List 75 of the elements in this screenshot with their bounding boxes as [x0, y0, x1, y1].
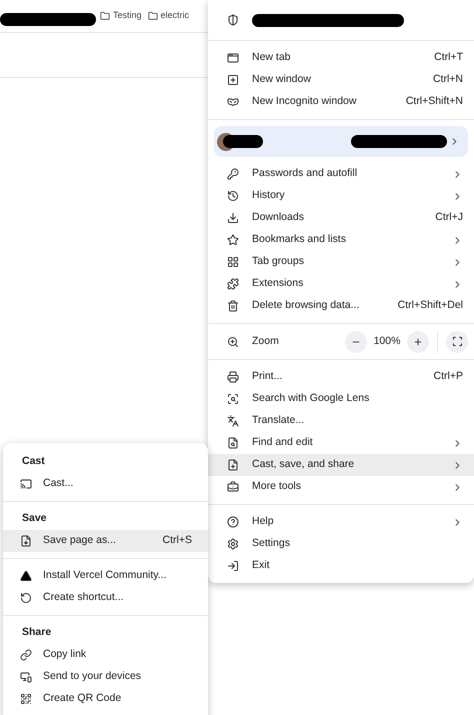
shortcut-label: Ctrl+Shift+N	[406, 94, 463, 110]
help-icon	[227, 516, 239, 528]
folder-icon	[148, 11, 158, 21]
profile-row[interactable]	[214, 126, 468, 157]
menu-item[interactable]: Downloads Ctrl+J	[208, 207, 474, 229]
zoom-icon	[227, 336, 239, 348]
menu-item[interactable]: Help	[208, 511, 474, 533]
menu-item[interactable]: New window Ctrl+N	[208, 69, 474, 91]
triangle-icon	[20, 570, 32, 582]
menu-item[interactable]: Install Vercel Community...	[3, 565, 208, 587]
cast-icon	[20, 478, 32, 490]
menu-item[interactable]: Copy link	[3, 644, 208, 666]
menu-item[interactable]: Bookmarks and lists	[208, 229, 474, 251]
menu-item[interactable]: Search with Google Lens	[208, 388, 474, 410]
menu-item[interactable]: Tab groups	[208, 251, 474, 273]
file-plus-icon	[227, 459, 239, 471]
key-icon	[227, 168, 239, 180]
section-heading: Share	[21, 625, 52, 640]
mask-icon	[227, 96, 239, 108]
scan-search-icon	[227, 393, 239, 405]
zoom-in-button[interactable]	[407, 330, 429, 352]
devices-icon	[20, 671, 32, 683]
fullscreen-icon	[452, 336, 462, 347]
menu-item[interactable]: Create shortcut...	[3, 587, 208, 609]
shortcut-label: Ctrl+N	[432, 72, 463, 88]
briefcase-icon	[227, 481, 239, 493]
translate-icon	[227, 415, 239, 427]
shortcut-label: Ctrl+J	[435, 210, 463, 226]
folder-icon	[100, 11, 110, 21]
menu-item[interactable]: Translate...	[208, 410, 474, 432]
menu-item[interactable]: Find and edit	[208, 432, 474, 454]
menu-item[interactable]: Save page as... Ctrl+S	[3, 530, 208, 552]
rotate-icon	[20, 592, 32, 604]
menu-item[interactable]: History	[208, 185, 474, 207]
menu-item[interactable]: Settings	[208, 533, 474, 555]
link-icon	[20, 649, 32, 661]
download-icon	[227, 212, 239, 224]
history-icon	[227, 190, 239, 202]
menu-item[interactable]: Cast...	[3, 473, 208, 495]
zoom-level: 100%	[372, 334, 402, 349]
zoom-label: Zoom	[252, 334, 280, 349]
star-icon	[227, 234, 239, 246]
shortcut-label: Ctrl+S	[162, 533, 192, 548]
menu-item[interactable]: Extensions	[208, 273, 474, 295]
exit-icon	[227, 560, 239, 572]
shortcut-label: Ctrl+Shift+Del	[398, 298, 463, 314]
bookmark[interactable]: Testing	[100, 9, 142, 23]
menu-item[interactable]: Cast, save, and share	[208, 454, 474, 476]
menu-item[interactable]: New Incognito window Ctrl+Shift+N	[208, 91, 474, 113]
file-download-icon	[20, 535, 32, 547]
trash-icon	[227, 300, 239, 312]
menu-item[interactable]: Exit	[208, 555, 474, 577]
window-plus-icon	[227, 74, 239, 86]
qr-code-icon	[20, 693, 32, 705]
section-heading: Save	[21, 511, 48, 526]
bookmark[interactable]: electric	[148, 9, 190, 23]
shortcut-label: Ctrl+T	[434, 50, 463, 66]
settings-icon	[227, 538, 239, 550]
menu-item[interactable]: Passwords and autofill	[208, 163, 474, 185]
menu-item[interactable]: New tab Ctrl+T	[208, 47, 474, 69]
puzzle-icon	[227, 278, 239, 290]
shortcut-label: Ctrl+P	[434, 369, 463, 384]
file-search-icon	[227, 437, 239, 449]
shield-icon	[227, 14, 239, 26]
grid-icon	[227, 256, 239, 268]
menu-item[interactable]: More tools	[208, 476, 474, 498]
section-heading: Cast	[21, 454, 46, 470]
menu-item[interactable]: Delete browsing data... Ctrl+Shift+Del	[208, 295, 474, 317]
fullscreen-button[interactable]	[446, 330, 468, 352]
plus-icon	[413, 336, 423, 346]
printer-icon	[227, 371, 239, 383]
menu-item[interactable]: Print... Ctrl+P	[208, 366, 474, 388]
menu-item[interactable]: Create QR Code	[3, 688, 208, 710]
menu-item[interactable]: Send to your devices	[3, 666, 208, 688]
browser-window-icon	[227, 52, 239, 64]
